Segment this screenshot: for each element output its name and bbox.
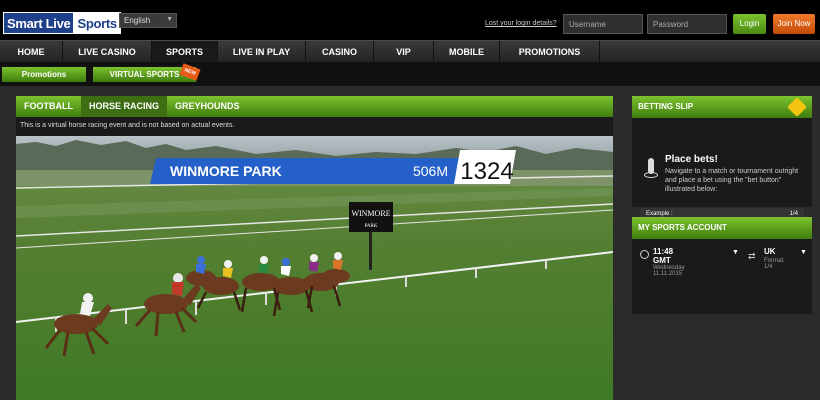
- chevron-down-icon: ▼: [166, 16, 173, 23]
- language-value: English: [124, 16, 151, 25]
- betting-instructions: Navigate to a match or tournament outrig…: [665, 168, 799, 193]
- nav-item-home[interactable]: HOME: [0, 41, 63, 63]
- site-logo[interactable]: Smart Live Sports: [3, 12, 121, 34]
- sports-tabs: FOOTBALL HORSE RACING GREYHOUNDS: [16, 96, 613, 117]
- odds-format-display[interactable]: UK Format: 1/4: [764, 247, 804, 270]
- language-select[interactable]: English ▼: [119, 13, 177, 28]
- tab-horse-racing[interactable]: HORSE RACING: [81, 96, 168, 117]
- betting-slip-title: BETTING SLIP: [638, 102, 694, 111]
- login-button[interactable]: Login: [733, 14, 766, 34]
- region-value: UK: [764, 247, 776, 256]
- place-bets-heading: Place bets!: [665, 154, 718, 165]
- svg-text:PARK: PARK: [365, 224, 378, 229]
- time-value: 11:48: [653, 247, 674, 256]
- logo-text-left: Smart Live: [3, 12, 74, 34]
- tab-greyhounds[interactable]: GREYHOUNDS: [167, 96, 248, 117]
- svg-text:WINMORE: WINMORE: [351, 209, 390, 218]
- username-field[interactable]: Username: [563, 14, 643, 34]
- my-sports-account-body: 11:48 GMT Wednesday 11.11.2015 ▼ ⇄ UK Fo…: [632, 239, 812, 314]
- odds-format-icon: ⇄: [748, 251, 756, 261]
- new-ribbon: NEW: [179, 63, 201, 81]
- tab-football[interactable]: FOOTBALL: [16, 96, 81, 117]
- race-video[interactable]: WINMORE PARK WINMORE PARK 506M 1324: [16, 136, 613, 400]
- nav-item-vip[interactable]: VIP: [374, 41, 434, 63]
- format-chevron-down-icon[interactable]: ▼: [800, 249, 807, 256]
- time-display[interactable]: 11:48 GMT Wednesday 11.11.2015: [653, 247, 733, 277]
- nav-item-sports[interactable]: SPORTS: [152, 41, 218, 63]
- bet-button-icon: [644, 172, 658, 178]
- race-track-name: WINMORE PARK: [170, 163, 282, 179]
- my-sports-account-title: MY SPORTS ACCOUNT: [638, 223, 727, 232]
- race-scene: WINMORE PARK WINMORE PARK 506M 1324: [16, 136, 613, 400]
- join-now-button[interactable]: Join Now: [773, 14, 815, 34]
- clock-icon: [640, 250, 649, 259]
- sub-nav: Promotions VIRTUAL SPORTS NEW: [0, 62, 820, 86]
- virtual-event-notice: This is a virtual horse racing event and…: [20, 122, 235, 129]
- nav-item-live-in-play[interactable]: LIVE IN PLAY: [218, 41, 306, 63]
- timezone-value: GMT: [653, 256, 671, 265]
- top-bar: Smart Live Sports English ▼ Lost your lo…: [0, 0, 820, 40]
- main-nav: HOME LIVE CASINO SPORTS LIVE IN PLAY CAS…: [0, 40, 820, 63]
- promotions-button[interactable]: Promotions: [2, 67, 86, 82]
- logo-text-right: Sports: [73, 12, 121, 34]
- timezone-chevron-down-icon[interactable]: ▼: [732, 249, 739, 256]
- virtual-sports-button[interactable]: VIRTUAL SPORTS NEW: [93, 63, 201, 82]
- bet-tag-icon: [787, 97, 807, 117]
- date-value: 11.11.2015: [653, 271, 683, 277]
- nav-item-mobile[interactable]: MOBILE: [434, 41, 500, 63]
- betting-slip-body: Place bets! Navigate to a match or tourn…: [632, 118, 812, 221]
- nav-item-promotions[interactable]: PROMOTIONS: [500, 41, 600, 63]
- race-distance: 506M: [413, 163, 448, 179]
- my-sports-account-header: MY SPORTS ACCOUNT: [632, 217, 812, 239]
- password-field[interactable]: Password: [647, 14, 727, 34]
- virtual-sports-label: VIRTUAL SPORTS: [109, 70, 180, 79]
- betting-slip-header: BETTING SLIP: [632, 96, 812, 118]
- right-sidebar: BETTING SLIP Place bets! Navigate to a m…: [632, 96, 812, 314]
- nav-item-live-casino[interactable]: LIVE CASINO: [63, 41, 152, 63]
- nav-item-casino[interactable]: CASINO: [306, 41, 374, 63]
- lost-login-link[interactable]: Lost your login details?: [485, 20, 557, 27]
- format-value: 1/4: [764, 264, 773, 270]
- race-counter: 1324: [460, 158, 513, 185]
